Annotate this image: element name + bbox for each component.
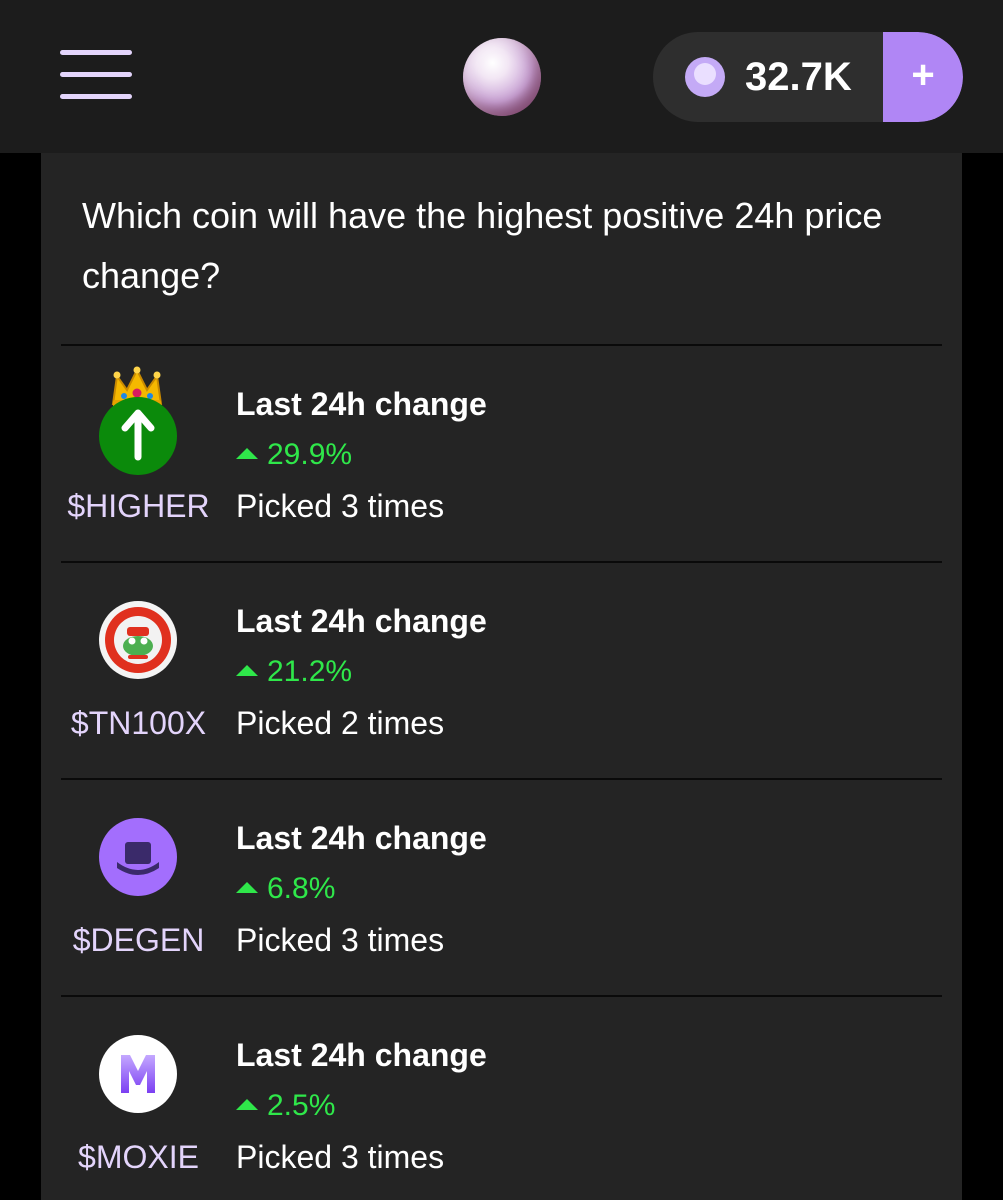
coin-ticker: $MOXIE — [78, 1139, 199, 1175]
picked-count: Picked 2 times — [236, 705, 445, 741]
picked-count: Picked 3 times — [236, 488, 445, 524]
coin-ticker: $TN100X — [70, 705, 207, 741]
balance-amount: 32.7K — [745, 55, 852, 99]
degen-top-hat-icon — [99, 818, 177, 896]
tn100x-pepe-icon — [99, 601, 177, 679]
change-title: Last 24h change — [236, 820, 487, 856]
change-percent: 21.2% — [267, 655, 353, 688]
hamburger-menu-icon[interactable] — [60, 50, 134, 102]
coin-ticker: $DEGEN — [72, 922, 205, 958]
balance-pill[interactable]: 32.7K + — [653, 32, 963, 122]
coin-ticker: $HIGHER — [67, 488, 210, 524]
moxie-m-icon — [99, 1035, 177, 1113]
change-value: 21.2% — [236, 655, 352, 689]
up-triangle-icon — [236, 665, 258, 676]
up-triangle-icon — [236, 882, 258, 893]
up-triangle-icon — [236, 448, 258, 459]
change-percent: 29.9% — [267, 438, 353, 471]
change-title: Last 24h change — [236, 386, 487, 422]
question-card: Which coin will have the highest positiv… — [41, 153, 962, 1200]
top-bar: 32.7K + — [0, 0, 1003, 153]
change-value: 29.9% — [236, 438, 352, 472]
menu-line — [60, 72, 132, 77]
menu-line — [60, 50, 132, 55]
change-title: Last 24h change — [236, 1037, 487, 1073]
change-value: 2.5% — [236, 1089, 335, 1123]
coin-option-degen[interactable]: $DEGEN Last 24h change 6.8% Picked 3 tim… — [61, 778, 942, 994]
picked-count: Picked 3 times — [236, 922, 445, 958]
picked-count: Picked 3 times — [236, 1139, 445, 1175]
higher-up-arrow-icon — [99, 397, 177, 475]
change-percent: 2.5% — [267, 1089, 336, 1122]
menu-line — [60, 94, 132, 99]
coin-icon — [685, 57, 725, 97]
change-percent: 6.8% — [267, 872, 336, 905]
question-text: Which coin will have the highest positiv… — [82, 195, 883, 296]
change-value: 6.8% — [236, 872, 335, 906]
pearl-logo-icon[interactable] — [463, 38, 541, 116]
coin-option-tn100x[interactable]: $TN100X Last 24h change 21.2% Picked 2 t… — [61, 561, 942, 777]
add-funds-button[interactable]: + — [883, 32, 963, 122]
coin-option-higher[interactable]: $HIGHER Last 24h change 29.9% Picked 3 t… — [61, 344, 942, 560]
change-title: Last 24h change — [236, 603, 487, 639]
coin-option-moxie[interactable]: $MOXIE Last 24h change 2.5% Picked 3 tim… — [61, 995, 942, 1200]
up-triangle-icon — [236, 1099, 258, 1110]
